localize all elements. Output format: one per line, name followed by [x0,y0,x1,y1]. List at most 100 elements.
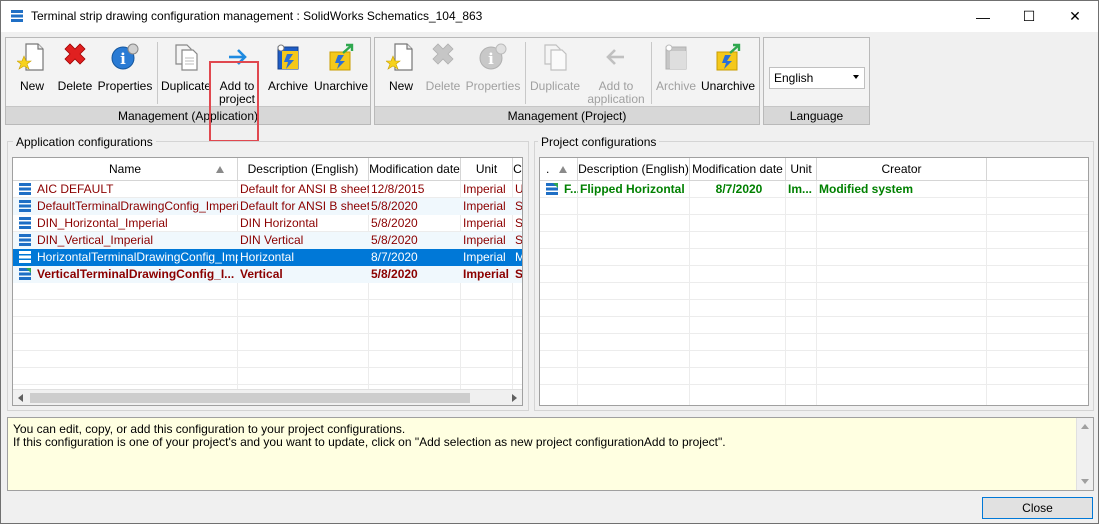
col-header-creator[interactable]: C [513,158,522,180]
cell-description: Default for ANSI B sheet [240,199,369,213]
grid-column-line [816,181,817,405]
scroll-down-icon[interactable] [1081,479,1089,484]
grid-column-line [986,181,987,405]
app-duplicate-button[interactable]: Duplicate [159,38,213,106]
app-archive-label: Archive [267,79,308,93]
archive-icon [277,44,299,70]
sort-ascending-icon [216,166,224,173]
col-header-modification-date[interactable]: Modification date [369,158,461,180]
col-header-creator[interactable]: Creator [817,158,987,180]
scroll-up-icon[interactable] [1081,424,1089,429]
col-header-modification-date[interactable]: Modification date [690,158,786,180]
arrow-left-icon [606,49,624,65]
info-line-2: If this configuration is one of your pro… [13,435,726,449]
archive-icon [665,44,687,70]
cell-description: DIN Horizontal [240,216,319,230]
project-unarchive-button[interactable]: Unarchive [699,38,757,106]
table-row[interactable]: DIN_Horizontal_Imperial DIN Horizontal 5/8… [13,215,522,232]
cell-description: Flipped Horizontal [580,182,685,196]
language-select[interactable]: English [769,67,865,89]
app-new-label: New [19,79,44,93]
vertical-scrollbar[interactable] [1076,418,1093,490]
close-button[interactable]: Close [982,497,1093,519]
grid-header: Name Description (English) Modification … [13,158,522,181]
app-new-button[interactable]: New [10,38,54,106]
configuration-icon [19,268,31,280]
project-delete-button[interactable]: Delete [424,38,462,106]
cell-unit: Im... [788,182,813,196]
project-delete-label: Delete [425,79,461,93]
grid-row-line [13,350,522,351]
ribbon-separator [651,42,652,104]
maximize-button[interactable]: ☐ [1006,1,1052,32]
cell-description: DIN Vertical [240,233,304,247]
grid-row-line [540,214,1088,215]
cell-name: F... [564,182,578,196]
col-header-description[interactable]: Description (English) [238,158,369,180]
grid-row-line [540,265,1088,266]
application-configurations-grid[interactable]: Name Description (English) Modification … [12,157,523,406]
cell-name: DIN_Vertical_Imperial [37,233,154,247]
grid-column-line [577,181,578,405]
table-row[interactable]: VerticalTerminalDrawingConfig_I... Vertic… [13,266,522,283]
svg-text:i: i [120,50,126,68]
cell-name: VerticalTerminalDrawingConfig_I... [37,267,235,281]
minimize-icon: — [976,8,990,25]
project-duplicate-button[interactable]: Duplicate [527,38,583,106]
cell-unit: Imperial [463,233,506,247]
configuration-icon [19,234,31,246]
horizontal-scrollbar[interactable] [13,389,522,405]
grid-row-line [540,299,1088,300]
app-delete-button[interactable]: Delete [56,38,94,106]
configuration-icon [19,200,31,212]
col-header-name[interactable]: Name [13,158,238,180]
table-row[interactable]: AIC DEFAULT Default for ANSI B sheet 12/8/… [13,181,522,198]
app-archive-button[interactable]: Archive [264,38,312,106]
col-header-unit[interactable]: Unit [461,158,513,180]
close-window-button[interactable]: ✕ [1052,1,1098,32]
duplicate-icon [544,44,567,71]
cell-name: DefaultTerminalDrawingConfig_Imperial [37,199,238,213]
ribbon-separator [525,42,526,104]
cell-unit: Imperial [463,216,506,230]
grid-row-line [13,384,522,385]
cell-unit: Imperial [463,267,510,281]
group-title-project: Management (Project) [375,106,759,124]
app-delete-label: Delete [57,79,93,93]
col-header-description[interactable]: Description (English) [578,158,690,180]
project-archive-button[interactable]: Archive [653,38,699,106]
cell-unit: Imperial [463,250,506,264]
cell-date: 8/7/2020 [371,250,418,264]
scroll-left-icon[interactable] [18,394,23,402]
cell-extra: Us [513,181,522,198]
app-unarchive-button[interactable]: Unarchive [312,38,370,106]
project-add-to-application-label: Add to application [583,80,649,106]
table-row[interactable]: DIN_Vertical_Imperial DIN Vertical 5/8/202… [13,232,522,249]
add-to-line: Add to [598,79,634,93]
cell-date: 5/8/2020 [371,199,418,213]
cell-unit: Imperial [463,182,506,196]
project-configurations-grid[interactable]: . Description (English) Modification dat… [539,157,1089,406]
new-document-icon [386,43,413,71]
grid-column-line [689,181,690,405]
chevron-down-icon [853,75,859,79]
app-properties-button[interactable]: i Properties [95,38,155,106]
project-new-button[interactable]: New [381,38,421,106]
table-row[interactable]: F...Flipped Horizontal 8/7/2020 Im... Modif… [540,181,1088,198]
sort-ascending-icon [559,166,567,173]
app-properties-label: Properties [97,79,153,93]
grid-row-line [540,350,1088,351]
col-header-unit[interactable]: Unit [786,158,817,180]
title-bar[interactable]: Terminal strip drawing configuration man… [1,1,1098,32]
scroll-right-icon[interactable] [512,394,517,402]
cell-date: 8/7/2020 [715,182,763,196]
minimize-button[interactable]: — [960,1,1006,32]
cell-name: AIC DEFAULT [37,182,114,196]
table-row[interactable]: HorizontalTerminalDrawingConfig_Impe... H… [13,249,522,266]
table-row[interactable]: DefaultTerminalDrawingConfig_Imperial Def… [13,198,522,215]
cell-creator: Modified system [819,182,914,196]
unarchive-icon [716,43,741,71]
scroll-thumb[interactable] [30,393,470,403]
project-properties-button[interactable]: i Properties [463,38,523,106]
project-add-to-application-button[interactable]: Add to application [583,38,649,106]
